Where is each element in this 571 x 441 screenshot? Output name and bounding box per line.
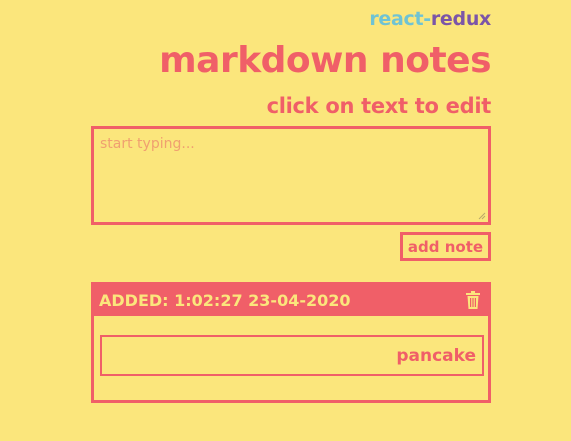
app-root: react-redux markdown notes click on text…	[0, 0, 571, 441]
brand-logo: react-redux	[369, 8, 491, 30]
page-title: markdown notes	[159, 40, 491, 81]
add-note-button[interactable]: add note	[400, 232, 491, 261]
brand-dash: -	[423, 8, 431, 30]
note-body[interactable]: pancake	[100, 335, 484, 376]
note-input[interactable]	[91, 126, 491, 225]
page-subtitle: click on text to edit	[266, 94, 492, 118]
trash-icon[interactable]	[466, 291, 480, 309]
note-header: ADDED: 1:02:27 23-04-2020	[94, 285, 488, 316]
note-text[interactable]: pancake	[396, 346, 476, 366]
note-card: ADDED: 1:02:27 23-04-2020 pancake	[91, 282, 491, 403]
resize-grip-icon[interactable]	[476, 210, 486, 220]
note-added-timestamp: ADDED: 1:02:27 23-04-2020	[99, 291, 351, 310]
brand-react-text: react	[369, 8, 424, 30]
brand-redux-text: redux	[430, 8, 491, 30]
